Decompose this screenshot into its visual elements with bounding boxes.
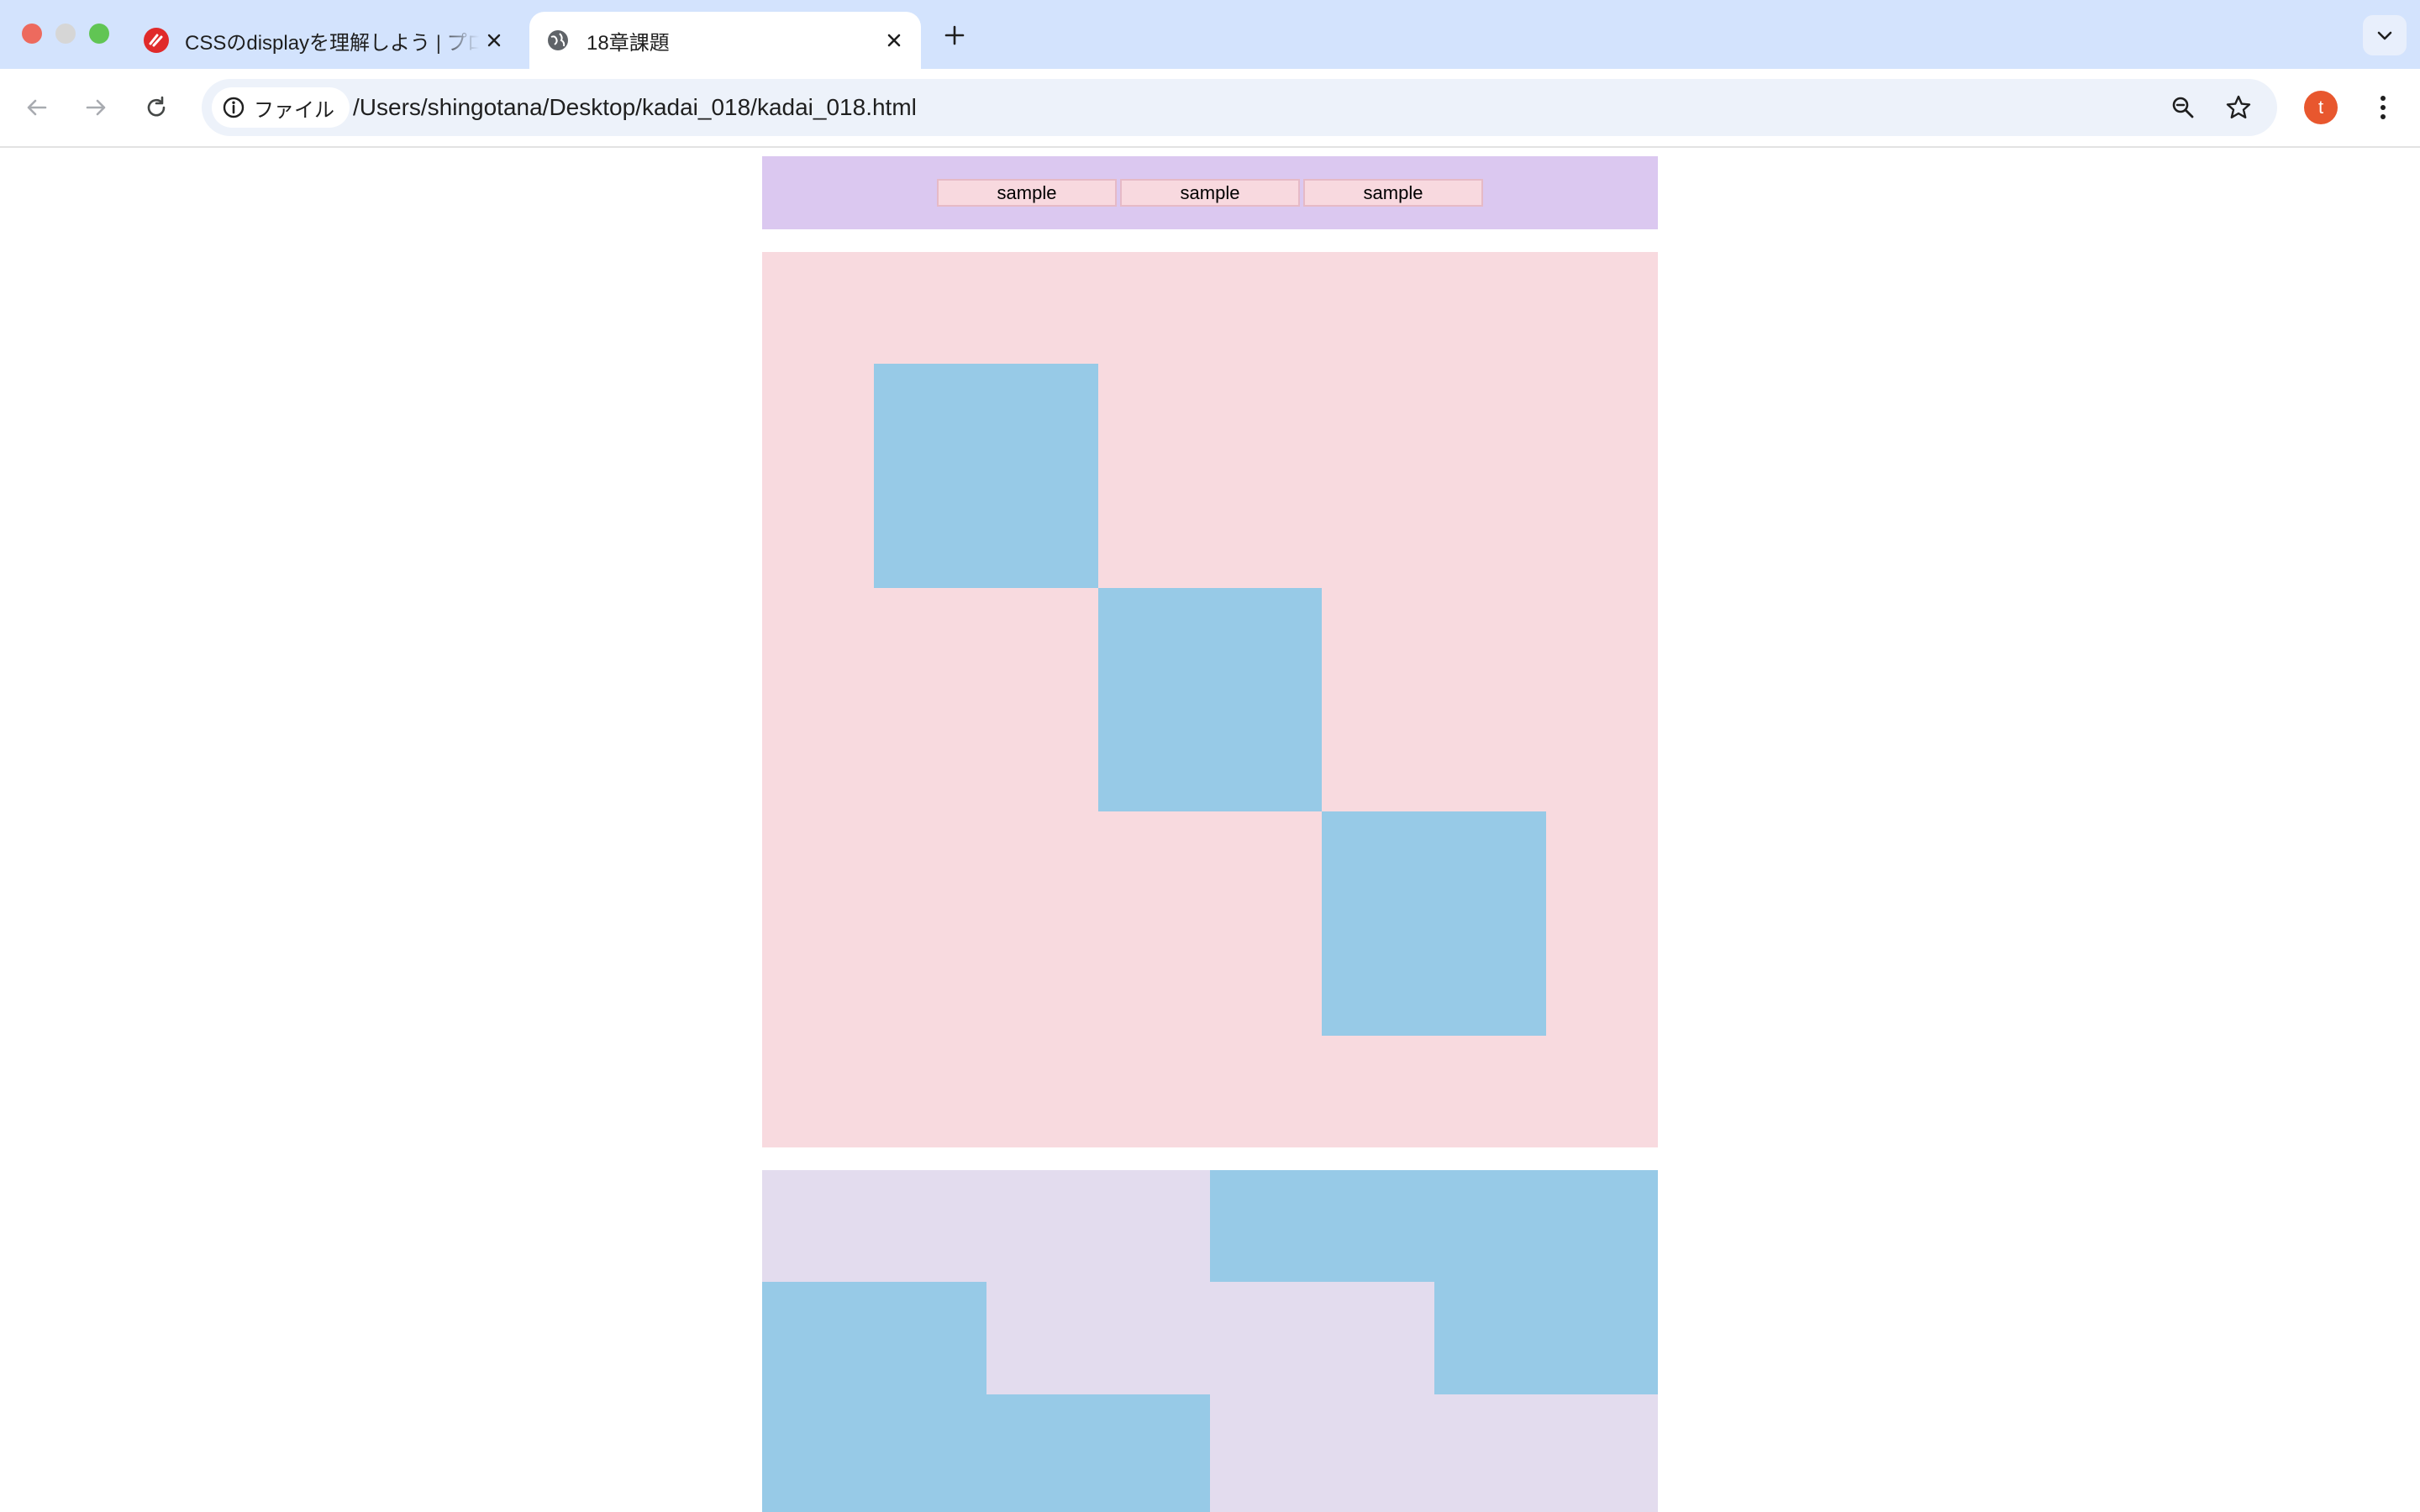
nav-item-sample[interactable]: sample: [1303, 179, 1483, 207]
window-close-button[interactable]: [22, 24, 42, 44]
more-vert-icon: [2381, 96, 2386, 119]
diagonal-boxes-section: [762, 252, 1658, 1147]
arrow-right-icon: [86, 99, 106, 116]
blue-box: [762, 1282, 986, 1394]
tab-title: 18章課題: [587, 31, 670, 55]
tab-search-button[interactable]: [2363, 15, 2407, 55]
zoom-out-icon: [2172, 97, 2194, 118]
menu-button[interactable]: [2365, 89, 2402, 126]
nav-item-sample[interactable]: sample: [937, 179, 1117, 207]
profile-avatar[interactable]: t: [2304, 91, 2338, 124]
info-icon: [223, 97, 245, 118]
samurai-logo-icon: [143, 27, 170, 54]
address-bar[interactable]: ファイル /Users/shingotana/Desktop/kadai_018…: [202, 79, 2277, 136]
tab-18-kadai[interactable]: 18章課題: [529, 12, 921, 69]
tab-strip: CSSのdisplayを理解しよう | プロ 18章課題: [0, 0, 2420, 69]
grid-boxes-section: [762, 1170, 1658, 1512]
close-icon[interactable]: [479, 25, 509, 55]
sample-navbar: sample sample sample: [762, 156, 1658, 229]
reload-icon: [147, 96, 166, 117]
blue-box: [1434, 1282, 1658, 1394]
star-icon: [2226, 95, 2251, 118]
window-maximize-button[interactable]: [89, 24, 109, 44]
tab-css-display[interactable]: CSSのdisplayを理解しよう | プロ: [134, 12, 521, 69]
blue-box: [762, 1394, 1210, 1512]
zoom-button[interactable]: [2165, 89, 2202, 126]
back-button[interactable]: [18, 89, 55, 126]
chevron-down-icon: [2377, 31, 2392, 40]
arrow-left-icon: [27, 99, 47, 116]
blue-box: [1322, 811, 1546, 1036]
tab-title: CSSのdisplayを理解しよう | プロ: [185, 31, 479, 55]
window-minimize-button[interactable]: [55, 24, 76, 44]
plus-icon: [944, 25, 965, 45]
url-text[interactable]: /Users/shingotana/Desktop/kadai_018/kada…: [353, 79, 917, 136]
reload-button[interactable]: [138, 89, 175, 126]
globe-icon: [544, 27, 571, 54]
close-icon[interactable]: [879, 25, 909, 55]
forward-button[interactable]: [77, 89, 114, 126]
blue-box: [1210, 1170, 1658, 1282]
blue-box: [1098, 588, 1322, 811]
site-info-chip[interactable]: ファイル: [212, 87, 350, 128]
nav-item-sample[interactable]: sample: [1120, 179, 1300, 207]
page-viewport: sample sample sample: [0, 148, 2420, 1512]
bookmark-button[interactable]: [2220, 89, 2257, 126]
site-info-label: ファイル: [254, 98, 334, 122]
browser-toolbar: ファイル /Users/shingotana/Desktop/kadai_018…: [0, 69, 2420, 148]
new-tab-button[interactable]: [938, 18, 971, 52]
blue-box: [874, 364, 1098, 588]
